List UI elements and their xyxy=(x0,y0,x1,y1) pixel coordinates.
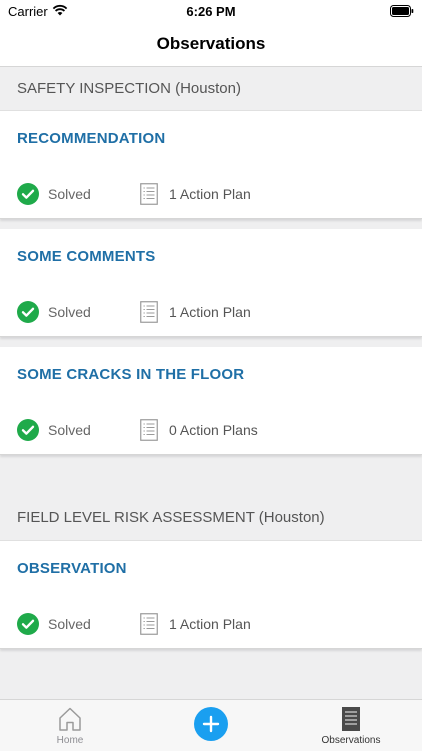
observations-list: SAFETY INSPECTION (Houston) RECOMMENDATI… xyxy=(0,67,422,649)
tab-home-label: Home xyxy=(56,735,84,746)
status-label: Solved xyxy=(48,186,91,202)
action-plan-count: 1 Action Plan xyxy=(169,186,251,202)
observation-card-some-cracks[interactable]: SOME CRACKS IN THE FLOOR Solved 0 Action… xyxy=(0,347,422,455)
action-plan-count: 0 Action Plans xyxy=(169,422,258,438)
document-list-icon xyxy=(140,419,158,441)
page-title: Observations xyxy=(156,34,266,53)
observation-meta: Solved 0 Action Plans xyxy=(17,418,258,442)
add-observation-button[interactable] xyxy=(194,707,228,741)
status-label: Solved xyxy=(48,422,91,438)
status-label: Solved xyxy=(48,304,91,320)
section-header-safety-inspection: SAFETY INSPECTION (Houston) xyxy=(0,67,422,111)
action-plan-count: 1 Action Plan xyxy=(169,304,251,320)
observation-meta: Solved 1 Action Plan xyxy=(17,182,251,206)
check-circle-icon xyxy=(17,183,39,205)
section-spacer xyxy=(0,465,422,495)
document-list-icon xyxy=(140,613,158,635)
document-list-icon xyxy=(140,301,158,323)
navigation-bar: Observations xyxy=(0,22,422,67)
tab-bar: Home Observations xyxy=(0,699,422,751)
observation-title: RECOMMENDATION xyxy=(17,130,166,147)
section-header-field-level-risk: FIELD LEVEL RISK ASSESSMENT (Houston) xyxy=(0,495,422,541)
observation-card-some-comments[interactable]: SOME COMMENTS Solved 1 Action Plan xyxy=(0,229,422,337)
check-circle-icon xyxy=(17,301,39,323)
check-circle-icon xyxy=(17,613,39,635)
status-bar: Carrier 6:26 PM xyxy=(0,0,422,22)
observation-card-observation[interactable]: OBSERVATION Solved 1 Action Plan xyxy=(0,541,422,649)
tab-observations[interactable]: Observations xyxy=(306,706,396,746)
observation-title: SOME CRACKS IN THE FLOOR xyxy=(17,366,245,383)
observation-meta: Solved 1 Action Plan xyxy=(17,300,251,324)
document-icon xyxy=(342,707,360,731)
battery-icon xyxy=(390,5,414,17)
observation-meta: Solved 1 Action Plan xyxy=(17,612,251,636)
status-time: 6:26 PM xyxy=(186,4,236,19)
observation-title: OBSERVATION xyxy=(17,560,127,577)
tab-observations-label: Observations xyxy=(321,735,381,746)
observation-card-recommendation[interactable]: RECOMMENDATION Solved 1 Action Plan xyxy=(0,111,422,219)
home-icon xyxy=(59,707,81,731)
observation-title: SOME COMMENTS xyxy=(17,248,156,265)
document-list-icon xyxy=(140,183,158,205)
action-plan-count: 1 Action Plan xyxy=(169,616,251,632)
plus-icon xyxy=(202,715,220,733)
status-label: Solved xyxy=(48,616,91,632)
check-circle-icon xyxy=(17,419,39,441)
tab-home[interactable]: Home xyxy=(25,706,115,746)
